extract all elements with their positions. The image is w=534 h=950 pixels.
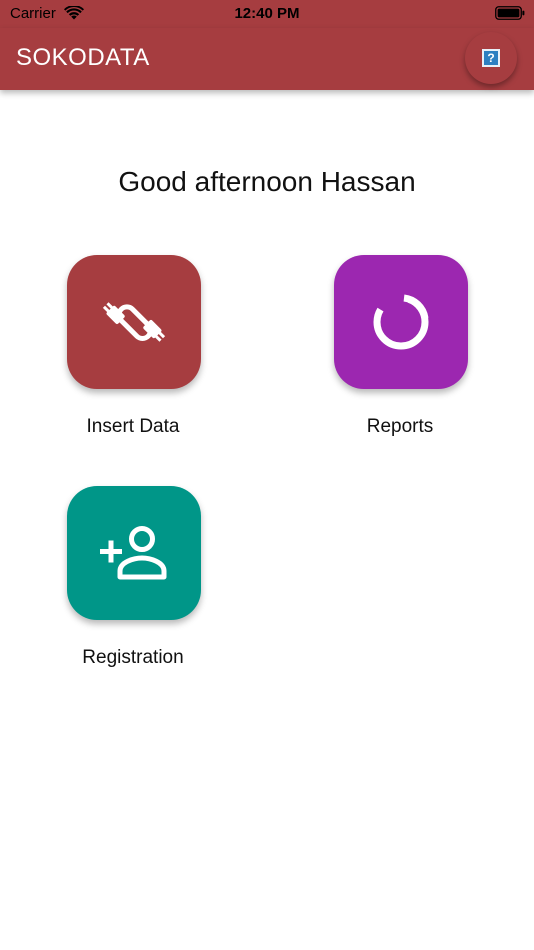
status-bar: Carrier 12:40 PM — [0, 0, 534, 28]
reports-label: Reports — [366, 416, 434, 437]
app-title: SOKODATA — [16, 44, 150, 71]
reports-tile[interactable] — [334, 255, 468, 389]
help-button[interactable]: ? — [465, 32, 517, 84]
add-person-icon — [100, 526, 167, 580]
insert-data-tile[interactable] — [67, 255, 201, 389]
registration-tile[interactable] — [67, 486, 201, 620]
greeting-text: Good afternoon Hassan — [118, 166, 416, 197]
cable-icon — [102, 302, 166, 342]
donut-chart-icon — [373, 294, 429, 350]
insert-data-label: Insert Data — [86, 416, 180, 437]
app-bar: SOKODATA ? — [0, 28, 534, 90]
home-screen: Carrier 12:40 PM SOKODATA ? Good afterno… — [0, 0, 534, 950]
help-icon: ? — [482, 49, 500, 67]
registration-label: Registration — [82, 647, 184, 668]
clock: 12:40 PM — [234, 5, 300, 22]
battery-icon — [495, 6, 525, 20]
